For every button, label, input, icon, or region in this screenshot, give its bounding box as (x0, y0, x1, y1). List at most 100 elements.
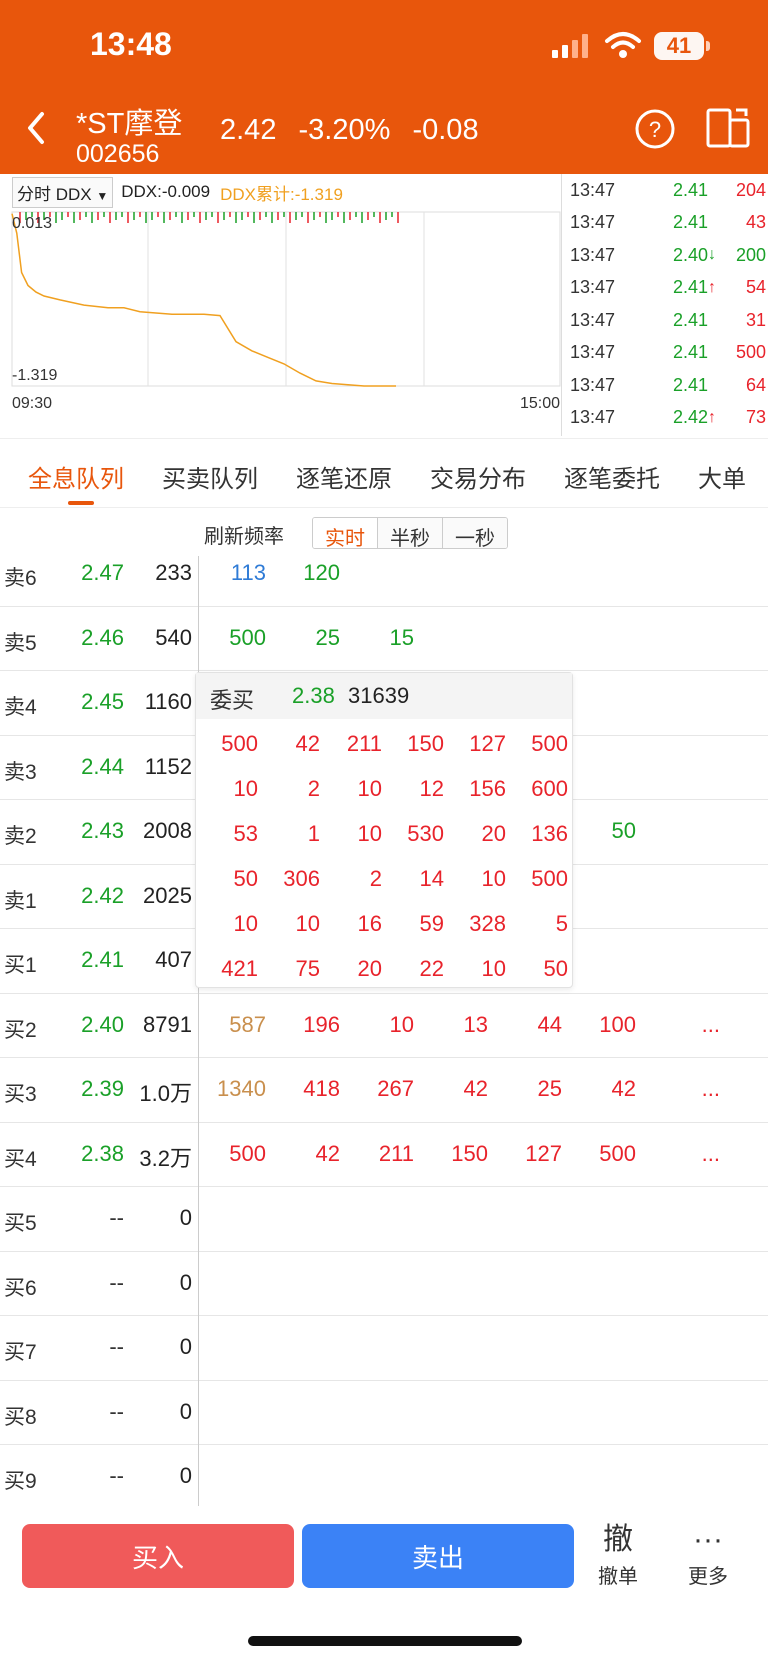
trade-price: 2.41 (672, 309, 708, 330)
popup-order: 2 (307, 776, 320, 801)
popup-row: 500 42 211 150 127 500 (196, 725, 572, 770)
help-icon[interactable]: ? (634, 108, 676, 150)
order-book-row[interactable]: 买5 -- 0 (0, 1187, 768, 1252)
queue-more: ... (701, 1011, 720, 1037)
popup-order: 2 (369, 866, 382, 891)
queue-order: 50 (611, 818, 636, 843)
trade-row[interactable]: 13:47 2.41 31 (566, 304, 768, 337)
x-start-label: 09:30 (12, 395, 52, 412)
tab-item[interactable]: 买卖队列 (162, 459, 258, 494)
landscape-switch-icon[interactable] (706, 106, 752, 150)
order-book-row[interactable]: 卖6 2.47 233 113 120 (0, 542, 768, 607)
bid-queue-popup[interactable]: 委买 2.38 31639 500 42 211 150 127 500 10 2 10 12 15… (195, 672, 573, 988)
trade-row[interactable]: 13:47 2.41 ↑ 54 (566, 272, 768, 305)
order-book-row[interactable]: 买2 2.40 8791 587 196 10 13 44 100... (0, 994, 768, 1058)
popup-order: 12 (419, 776, 444, 801)
popup-order: 156 (469, 776, 506, 801)
level-label: 卖2 (4, 825, 37, 848)
order-book-row[interactable]: 卖5 2.46 540 500 25 15 (0, 607, 768, 671)
sell-button[interactable]: 卖出 (302, 1524, 574, 1588)
queue-order: 267 (377, 1076, 414, 1101)
back-icon[interactable] (22, 108, 52, 148)
buy-button[interactable]: 买入 (22, 1524, 294, 1588)
more-icon: ··· (693, 1523, 723, 1556)
level-label: 买3 (4, 1083, 37, 1106)
trade-time: 13:47 (570, 374, 616, 395)
level-label: 买9 (4, 1470, 37, 1493)
trade-ticks-list[interactable]: 13:47 2.41 204 13:47 2.41 43 13:47 2.40 ↓ 200 13:4… (566, 174, 768, 436)
y-min-label: -1.319 (12, 367, 57, 384)
popup-order: 530 (407, 821, 444, 846)
level-price: -- (109, 1269, 124, 1295)
trade-row[interactable]: 13:47 2.41 64 (566, 369, 768, 402)
stock-change: -0.08 (412, 114, 479, 146)
tab-item[interactable]: 全息队列 (28, 459, 124, 494)
level-price: -- (109, 1463, 124, 1488)
popup-order: 10 (233, 776, 258, 801)
stock-change-pct: -3.20% (298, 114, 391, 146)
cancel-order-label: 撤单 (598, 1566, 638, 1588)
queue-order: 211 (378, 1140, 414, 1166)
queue-order: 42 (611, 1076, 636, 1101)
header-bar: 13:48 41 *ST摩登 002656 2.42 -3.20% -0.08 … (0, 0, 768, 174)
popup-order: 1 (307, 821, 320, 846)
order-book-row[interactable]: 买6 -- 0 (0, 1252, 768, 1316)
order-book-row[interactable]: 买7 -- 0 (0, 1316, 768, 1381)
popup-order: 20 (357, 956, 382, 981)
stock-code: 002656 (76, 140, 160, 168)
popup-order: 421 (221, 956, 258, 981)
level-volume: 540 (155, 624, 192, 650)
tab-item[interactable]: 逐笔委托 (564, 459, 660, 494)
trade-volume: 43 (745, 212, 766, 233)
order-book-row[interactable]: 买8 -- 0 (0, 1381, 768, 1445)
more-button[interactable]: ··· 更多 (668, 1520, 748, 1589)
trade-time: 13:47 (570, 277, 616, 298)
trade-price: 2.41 (672, 277, 708, 298)
popup-order: 14 (419, 866, 444, 891)
ddx-cumulative: DDX累计:-1.319 (220, 184, 343, 204)
indicator-selector[interactable]: 分时 DDX ▼ (12, 176, 114, 208)
level-volume: 0 (179, 1269, 192, 1295)
popup-order: 10 (481, 956, 506, 981)
order-book-row[interactable]: 买9 -- 0 (0, 1445, 768, 1510)
trade-row[interactable]: 13:47 2.41 204 (566, 174, 768, 207)
popup-row: 50 306 2 14 10 500 (196, 860, 572, 905)
level-volume: 0 (179, 1334, 192, 1359)
trade-row[interactable]: 13:47 2.41 500 (566, 337, 768, 370)
trade-row[interactable]: 13:47 2.41 43 (566, 207, 768, 240)
cellular-signal-icon (552, 34, 588, 58)
x-end-label: 15:00 (520, 395, 560, 412)
trade-row[interactable]: 13:47 2.40 ↓ 200 (566, 239, 768, 272)
level-label: 买2 (4, 1018, 37, 1042)
popup-order: 500 (531, 866, 568, 891)
popup-row: 53 1 10 530 20 136 (196, 815, 572, 860)
level-price: 2.44 (81, 753, 124, 779)
popup-order: 22 (419, 956, 444, 981)
level-volume: 1160 (144, 689, 192, 714)
tab-item[interactable]: 逐笔还原 (296, 459, 392, 494)
trade-time: 13:47 (570, 212, 616, 233)
popup-order: 500 (221, 731, 258, 756)
tab-item[interactable]: 大单 (698, 459, 746, 494)
ddx-value: DDX:-0.009 (121, 182, 211, 201)
popup-order: 50 (233, 866, 258, 891)
trade-price: 2.40 (672, 244, 708, 265)
tab-item[interactable]: 交易分布 (430, 459, 526, 494)
cancel-order-icon: 撤 (603, 1523, 633, 1556)
battery-level: 41 (666, 33, 692, 58)
wifi-icon (605, 32, 641, 58)
queue-order: 100 (599, 1011, 636, 1037)
order-book-row[interactable]: 买4 2.38 3.2万 500 42 211 150 127 500... (0, 1123, 768, 1187)
popup-order: 53 (233, 821, 258, 846)
order-book-row[interactable]: 买3 2.39 1.0万 1340 418 267 42 25 42... (0, 1058, 768, 1123)
home-indicator (248, 1636, 522, 1646)
cancel-order-button[interactable]: 撤 撤单 (578, 1520, 658, 1589)
trade-price: 2.41 (672, 212, 708, 233)
level-price: 2.40 (81, 1011, 124, 1037)
queue-order: 15 (389, 624, 414, 650)
ddx-line-chart[interactable]: 0.013 -1.319 09:30 15:00 (0, 206, 562, 436)
level-volume: 2008 (143, 818, 192, 843)
trade-row[interactable]: 13:47 2.42 ↑ 73 (566, 402, 768, 435)
queue-order: 42 (315, 1140, 340, 1166)
level-price: 2.41 (81, 947, 124, 972)
